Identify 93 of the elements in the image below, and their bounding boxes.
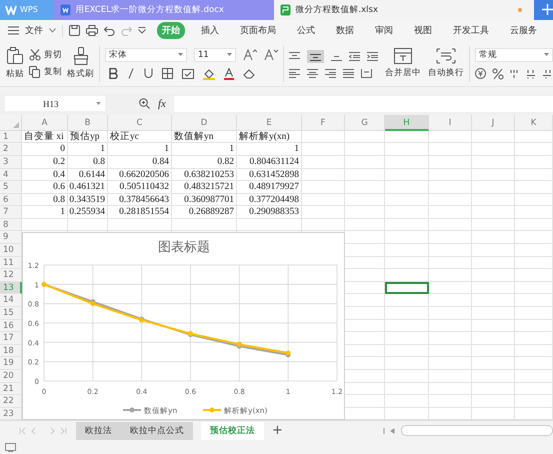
- paste-button[interactable]: 粘贴: [6, 47, 24, 80]
- table-cell[interactable]: 0.377204498: [237, 194, 302, 206]
- table-cell[interactable]: 自变量 xi: [22, 130, 68, 144]
- table-cell[interactable]: 0.483215721: [172, 181, 237, 194]
- table-cell[interactable]: 0.4: [22, 168, 68, 182]
- row-header[interactable]: 19: [0, 357, 22, 370]
- row-header[interactable]: 22: [0, 395, 22, 408]
- row-header[interactable]: 5: [0, 181, 22, 194]
- table-cell[interactable]: 0.82: [172, 156, 237, 169]
- column-header[interactable]: I: [429, 114, 472, 131]
- document-tab[interactable]: 微分方程数值解.xlsx: [274, 0, 534, 20]
- table-cell[interactable]: 0.662020506: [108, 168, 172, 182]
- table-cell[interactable]: 数值解yn: [172, 130, 237, 144]
- table-cell[interactable]: 0.804631124: [237, 156, 302, 169]
- table-cell[interactable]: 0.8: [22, 194, 68, 206]
- table-cell[interactable]: 0.638210253: [172, 168, 237, 182]
- table-cell[interactable]: 0.505110432: [108, 181, 172, 194]
- sheet-tab[interactable]: 欧拉法: [76, 422, 121, 440]
- row-header[interactable]: 6: [0, 194, 22, 206]
- file-menu[interactable]: 文件: [25, 24, 43, 38]
- row-header[interactable]: 23: [0, 408, 22, 420]
- column-header[interactable]: C: [108, 114, 172, 131]
- wrap-text-button[interactable]: 自动换行: [428, 48, 464, 80]
- ribbon-tab[interactable]: 公式: [292, 22, 320, 40]
- chart-title: 图表标题: [158, 240, 210, 255]
- merge-center-button[interactable]: 合并居中: [385, 48, 421, 80]
- table-cell[interactable]: 0.281851554: [108, 206, 172, 219]
- name-box[interactable]: H13: [5, 96, 105, 112]
- table-cell[interactable]: 1: [237, 143, 302, 156]
- column-header[interactable]: B: [68, 114, 108, 131]
- row-header[interactable]: 9: [0, 231, 22, 244]
- table-cell[interactable]: 0.290988353: [237, 206, 302, 219]
- table-cell[interactable]: 0.2: [22, 156, 68, 169]
- sheet-tab[interactable]: 预估校正法: [201, 422, 264, 440]
- ribbon-tab[interactable]: 页面布局: [235, 22, 281, 40]
- table-cell[interactable]: 0: [22, 143, 68, 156]
- row-header[interactable]: 3: [0, 156, 22, 169]
- table-cell[interactable]: 0.378456643: [108, 194, 172, 206]
- row-header[interactable]: 18: [0, 344, 22, 358]
- copy-button[interactable]: 复制: [29, 66, 62, 78]
- add-sheet-button[interactable]: +: [272, 423, 283, 438]
- table-cell[interactable]: 1: [108, 143, 172, 156]
- row-header[interactable]: 16: [0, 320, 22, 332]
- font-size-dropdown[interactable]: 11: [194, 48, 236, 62]
- column-header[interactable]: E: [237, 114, 302, 131]
- table-cell[interactable]: 解析解y(xn): [237, 130, 302, 144]
- row-header[interactable]: 15: [0, 307, 22, 320]
- number-format-dropdown[interactable]: 常规: [475, 48, 553, 62]
- row-header[interactable]: 14: [0, 294, 22, 308]
- sheet-tab[interactable]: 欧拉中点公式: [121, 422, 193, 440]
- row-header[interactable]: 10: [0, 244, 22, 257]
- table-cell[interactable]: 0.6144: [68, 168, 108, 182]
- row-header[interactable]: 20: [0, 370, 22, 383]
- column-header[interactable]: D: [172, 114, 237, 131]
- column-header[interactable]: F: [302, 114, 345, 131]
- format-painter-button[interactable]: 格式刷: [67, 47, 94, 80]
- ribbon-tab[interactable]: 审阅: [370, 22, 398, 40]
- table-cell[interactable]: 1: [22, 206, 68, 219]
- table-cell[interactable]: 1: [68, 143, 108, 156]
- cut-button[interactable]: 剪切: [29, 49, 62, 62]
- row-header[interactable]: 8: [0, 218, 22, 232]
- table-cell[interactable]: 1: [172, 143, 237, 156]
- row-header[interactable]: 17: [0, 332, 22, 345]
- table-cell[interactable]: 0.343519: [68, 194, 108, 206]
- column-header[interactable]: G: [345, 114, 385, 131]
- row-header[interactable]: 7: [0, 206, 22, 219]
- ribbon-tab[interactable]: 开发工具: [448, 22, 494, 40]
- row-header[interactable]: 4: [0, 168, 22, 182]
- row-header[interactable]: 11: [0, 256, 22, 270]
- table-cell[interactable]: 0.631452898: [237, 168, 302, 182]
- table-cell[interactable]: 0.26889287: [172, 206, 237, 219]
- table-cell[interactable]: 0.84: [108, 156, 172, 169]
- table-cell[interactable]: 0.8: [68, 156, 108, 169]
- column-header[interactable]: K: [515, 114, 553, 131]
- table-cell[interactable]: 0.489179927: [237, 181, 302, 194]
- column-header[interactable]: A: [22, 114, 68, 131]
- table-cell[interactable]: 校正yc: [108, 130, 172, 144]
- column-header[interactable]: J: [472, 114, 515, 131]
- row-header[interactable]: 21: [0, 382, 22, 396]
- row-header[interactable]: 1: [0, 130, 22, 144]
- row-header[interactable]: 2: [0, 143, 22, 156]
- font-dropdown[interactable]: 宋体: [105, 48, 187, 62]
- ribbon-tab[interactable]: 视图: [409, 22, 437, 40]
- table-cell[interactable]: 0.255934: [68, 206, 108, 219]
- table-cell[interactable]: 0.6: [22, 181, 68, 194]
- function-label[interactable]: fx: [158, 98, 166, 110]
- ribbon-tab[interactable]: 云服务: [505, 22, 542, 40]
- row-header[interactable]: 12: [0, 269, 22, 282]
- table-cell[interactable]: 0.360987701: [172, 194, 237, 206]
- table-cell[interactable]: 预估yp: [68, 130, 108, 144]
- table-cell[interactable]: 0.461321: [68, 181, 108, 194]
- ribbon-tab[interactable]: 插入: [196, 22, 224, 40]
- ribbon-tab[interactable]: 数据: [331, 22, 359, 40]
